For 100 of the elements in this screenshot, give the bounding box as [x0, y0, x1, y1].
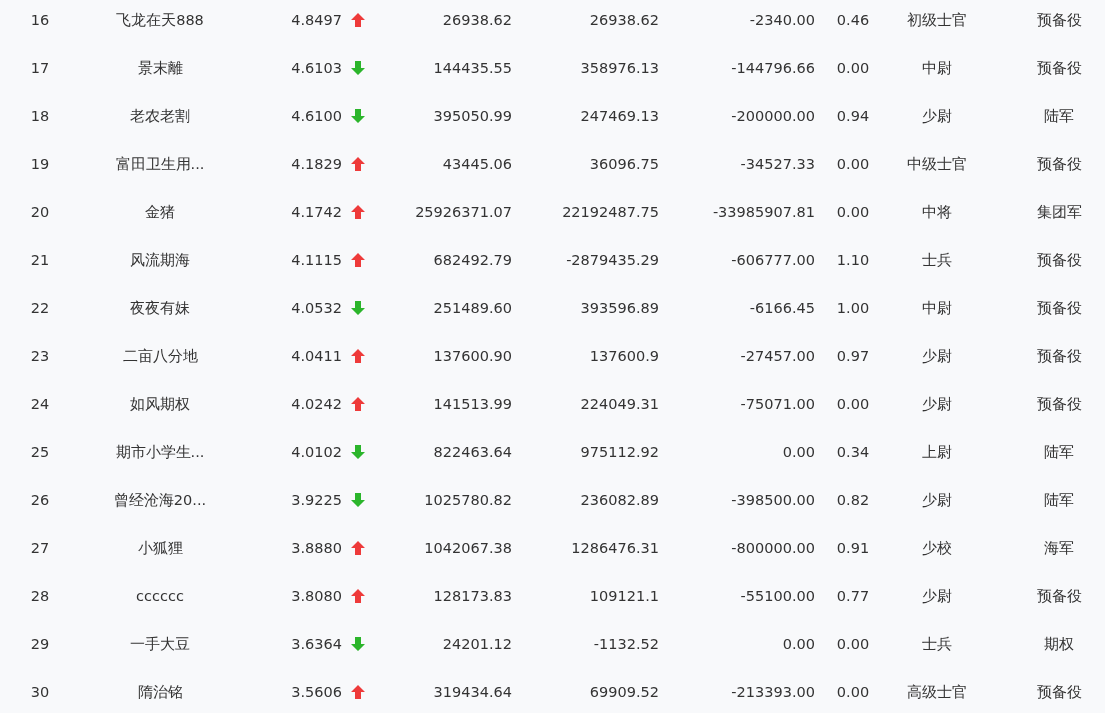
rank-title-cell: 中将 [922, 202, 952, 222]
value-cell: 144435.55 [433, 60, 512, 76]
rank-title-cell: 中尉 [922, 58, 952, 78]
value-cell: -200000.00 [731, 108, 815, 124]
value-cell: 24201.12 [442, 636, 512, 652]
name-cell: 飞龙在天888 [116, 10, 204, 30]
name-cell: 期市小学生... [115, 442, 205, 462]
value-cell: 109121.1 [589, 588, 659, 604]
value-cell: -34527.33 [740, 156, 815, 172]
score-cell: 3.9225 [291, 492, 342, 508]
rank-title-cell: 士兵 [922, 250, 952, 270]
rank-title-cell: 中级士官 [907, 154, 967, 174]
name-cell: 风流期海 [130, 250, 190, 270]
value-cell: 0.00 [782, 636, 815, 652]
score-cell: 3.6364 [291, 636, 342, 652]
name-cell: 小狐狸 [137, 538, 183, 558]
branch-cell: 预备役 [1036, 298, 1082, 318]
name-cell: 隋治铭 [137, 682, 183, 702]
score-cell: 4.0532 [291, 300, 342, 316]
branch-cell: 陆军 [1044, 490, 1074, 510]
ratio-cell: 1.10 [836, 252, 870, 268]
value-cell: 0.00 [782, 444, 815, 460]
value-cell: 236082.89 [580, 492, 659, 508]
score-cell: 4.6103 [291, 60, 342, 76]
value-cell: -606777.00 [731, 252, 815, 268]
value-cell: 393596.89 [580, 300, 659, 316]
rank-cell: 16 [30, 12, 50, 28]
value-cell: -213393.00 [731, 684, 815, 700]
value-cell: -2340.00 [749, 12, 815, 28]
value-cell: -800000.00 [731, 540, 815, 556]
value-cell: 26938.62 [589, 12, 659, 28]
rank-cell: 24 [30, 396, 50, 412]
value-cell: -2879435.29 [566, 252, 659, 268]
score-cell: 4.1742 [291, 204, 342, 220]
value-cell: 25926371.07 [415, 204, 512, 220]
score-cell: 4.0102 [291, 444, 342, 460]
branch-cell: 预备役 [1036, 586, 1082, 606]
rank-cell: 21 [30, 252, 50, 268]
value-cell: 22192487.75 [562, 204, 659, 220]
ratio-cell: 0.00 [836, 684, 870, 700]
ratio-cell: 0.00 [836, 396, 870, 412]
ratio-cell: 0.91 [836, 540, 870, 556]
rank-cell: 22 [30, 300, 50, 316]
rank-cell: 28 [30, 588, 50, 604]
rank-title-cell: 少校 [922, 538, 952, 558]
rank-title-cell: 初级士官 [907, 10, 967, 30]
score-cell: 3.8080 [291, 588, 342, 604]
ratio-cell: 0.34 [836, 444, 870, 460]
score-cell: 4.1115 [291, 252, 342, 268]
ratio-cell: 0.00 [836, 60, 870, 76]
rank-cell: 25 [30, 444, 50, 460]
rank-cell: 23 [30, 348, 50, 364]
name-cell: cccccc [136, 588, 184, 604]
branch-cell: 预备役 [1036, 154, 1082, 174]
score-cell: 4.8497 [291, 12, 342, 28]
name-cell: 夜夜有妹 [130, 298, 190, 318]
score-cell: 3.8880 [291, 540, 342, 556]
value-cell: 247469.13 [580, 108, 659, 124]
rank-title-cell: 高级士官 [907, 682, 967, 702]
branch-cell: 期权 [1044, 634, 1074, 654]
value-cell: -6166.45 [749, 300, 815, 316]
branch-cell: 预备役 [1036, 394, 1082, 414]
ratio-cell: 0.97 [836, 348, 870, 364]
branch-cell: 预备役 [1036, 10, 1082, 30]
value-cell: 682492.79 [433, 252, 512, 268]
value-cell: 319434.64 [433, 684, 512, 700]
rank-title-cell: 上尉 [922, 442, 952, 462]
value-cell: 141513.99 [433, 396, 512, 412]
value-cell: 251489.60 [433, 300, 512, 316]
value-cell: 137600.9 [589, 348, 659, 364]
ratio-cell: 0.46 [836, 12, 870, 28]
value-cell: 224049.31 [580, 396, 659, 412]
value-cell: -27457.00 [740, 348, 815, 364]
branch-cell: 陆军 [1044, 442, 1074, 462]
value-cell: 358976.13 [580, 60, 659, 76]
score-cell: 4.0242 [291, 396, 342, 412]
name-cell: 金猪 [145, 202, 175, 222]
value-cell: -55100.00 [740, 588, 815, 604]
rank-title-cell: 士兵 [922, 634, 952, 654]
value-cell: 975112.92 [580, 444, 659, 460]
value-cell: 36096.75 [589, 156, 659, 172]
rank-cell: 27 [30, 540, 50, 556]
rank-title-cell: 少尉 [922, 490, 952, 510]
value-cell: 1025780.82 [424, 492, 512, 508]
value-cell: 69909.52 [589, 684, 659, 700]
ratio-cell: 0.77 [836, 588, 870, 604]
branch-cell: 陆军 [1044, 106, 1074, 126]
name-cell: 一手大豆 [130, 634, 190, 654]
rank-title-cell: 少尉 [922, 586, 952, 606]
rank-cell: 20 [30, 204, 50, 220]
ratio-cell: 0.82 [836, 492, 870, 508]
name-cell: 老农老割 [130, 106, 190, 126]
value-cell: 128173.83 [433, 588, 512, 604]
value-cell: 137600.90 [433, 348, 512, 364]
name-cell: 二亩八分地 [122, 346, 198, 366]
value-cell: 26938.62 [442, 12, 512, 28]
branch-cell: 预备役 [1036, 682, 1082, 702]
score-cell: 3.5606 [291, 684, 342, 700]
value-cell: 822463.64 [433, 444, 512, 460]
value-cell: 1286476.31 [571, 540, 659, 556]
